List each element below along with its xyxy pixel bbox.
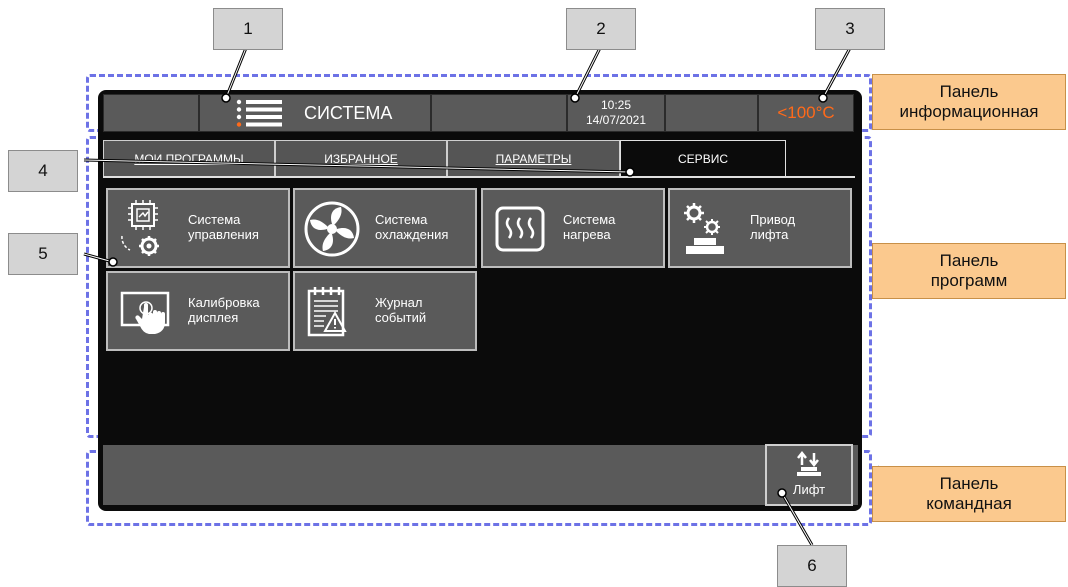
tab-parameters[interactable]: ПАРАМЕТРЫ xyxy=(447,140,620,176)
tile-label: Калибровка дисплея xyxy=(188,295,260,325)
event-log-icon xyxy=(307,287,347,337)
tab-my-programs[interactable]: МОИ ПРОГРАММЫ xyxy=(103,140,275,176)
tile-label: Привод лифта xyxy=(750,212,796,242)
callout-5: 5 xyxy=(8,233,78,275)
lift-button[interactable]: Лифт xyxy=(765,444,853,506)
tile-heating-system[interactable]: Система нагрева xyxy=(481,188,665,268)
callout-2: 2 xyxy=(566,8,636,50)
tile-lift-drive[interactable]: Привод лифта xyxy=(668,188,852,268)
callout-1: 1 xyxy=(213,8,283,50)
legend-info-panel: Панель информационная xyxy=(872,74,1066,130)
lift-icon xyxy=(797,451,821,476)
legend-command-panel: Панель командная xyxy=(872,466,1066,522)
page-title: СИСТЕМА xyxy=(304,102,393,123)
tile-label: Система управления xyxy=(188,212,259,242)
tile-label: Система нагрева xyxy=(563,212,616,242)
touch-screen-icon xyxy=(120,291,170,334)
command-bar xyxy=(103,445,858,505)
tab-underline xyxy=(103,176,855,178)
temperature-value: <100°C xyxy=(777,103,835,122)
datetime: 10:25 14/07/2021 xyxy=(567,94,665,132)
chip-gear-icon xyxy=(121,200,159,256)
tab-favorites[interactable]: ИЗБРАННОЕ xyxy=(275,140,447,176)
header-empty-mid xyxy=(431,94,567,132)
tile-event-log[interactable]: Журнал событий xyxy=(293,271,477,351)
device-screen: СИСТЕМА 10:25 14/07/2021 <100°C МОИ ПРОГ… xyxy=(98,90,862,511)
tab-service[interactable]: СЕРВИС xyxy=(620,140,786,176)
gears-lift-icon xyxy=(684,203,724,254)
callout-6: 6 xyxy=(777,545,847,587)
time: 10:25 xyxy=(600,98,632,112)
date: 14/07/2021 xyxy=(585,113,647,127)
heater-icon xyxy=(495,206,545,252)
menu-button[interactable]: СИСТЕМА xyxy=(199,94,431,132)
tile-display-calibration[interactable]: Калибровка дисплея xyxy=(106,271,290,351)
tile-label: Система охлаждения xyxy=(375,212,449,242)
tile-control-system[interactable]: Система управления xyxy=(106,188,290,268)
legend-programs-panel: Панель программ xyxy=(872,243,1066,299)
lift-label: Лифт xyxy=(792,482,826,497)
callout-4: 4 xyxy=(8,150,78,192)
tile-label: Журнал событий xyxy=(375,295,427,325)
header-empty-right xyxy=(665,94,758,132)
fan-icon xyxy=(304,201,360,257)
tile-cooling-system[interactable]: Система охлаждения xyxy=(293,188,477,268)
callout-3: 3 xyxy=(815,8,885,50)
menu-list-icon xyxy=(236,99,282,127)
temperature-indicator: <100°C xyxy=(758,94,854,132)
header-empty-left xyxy=(103,94,199,132)
